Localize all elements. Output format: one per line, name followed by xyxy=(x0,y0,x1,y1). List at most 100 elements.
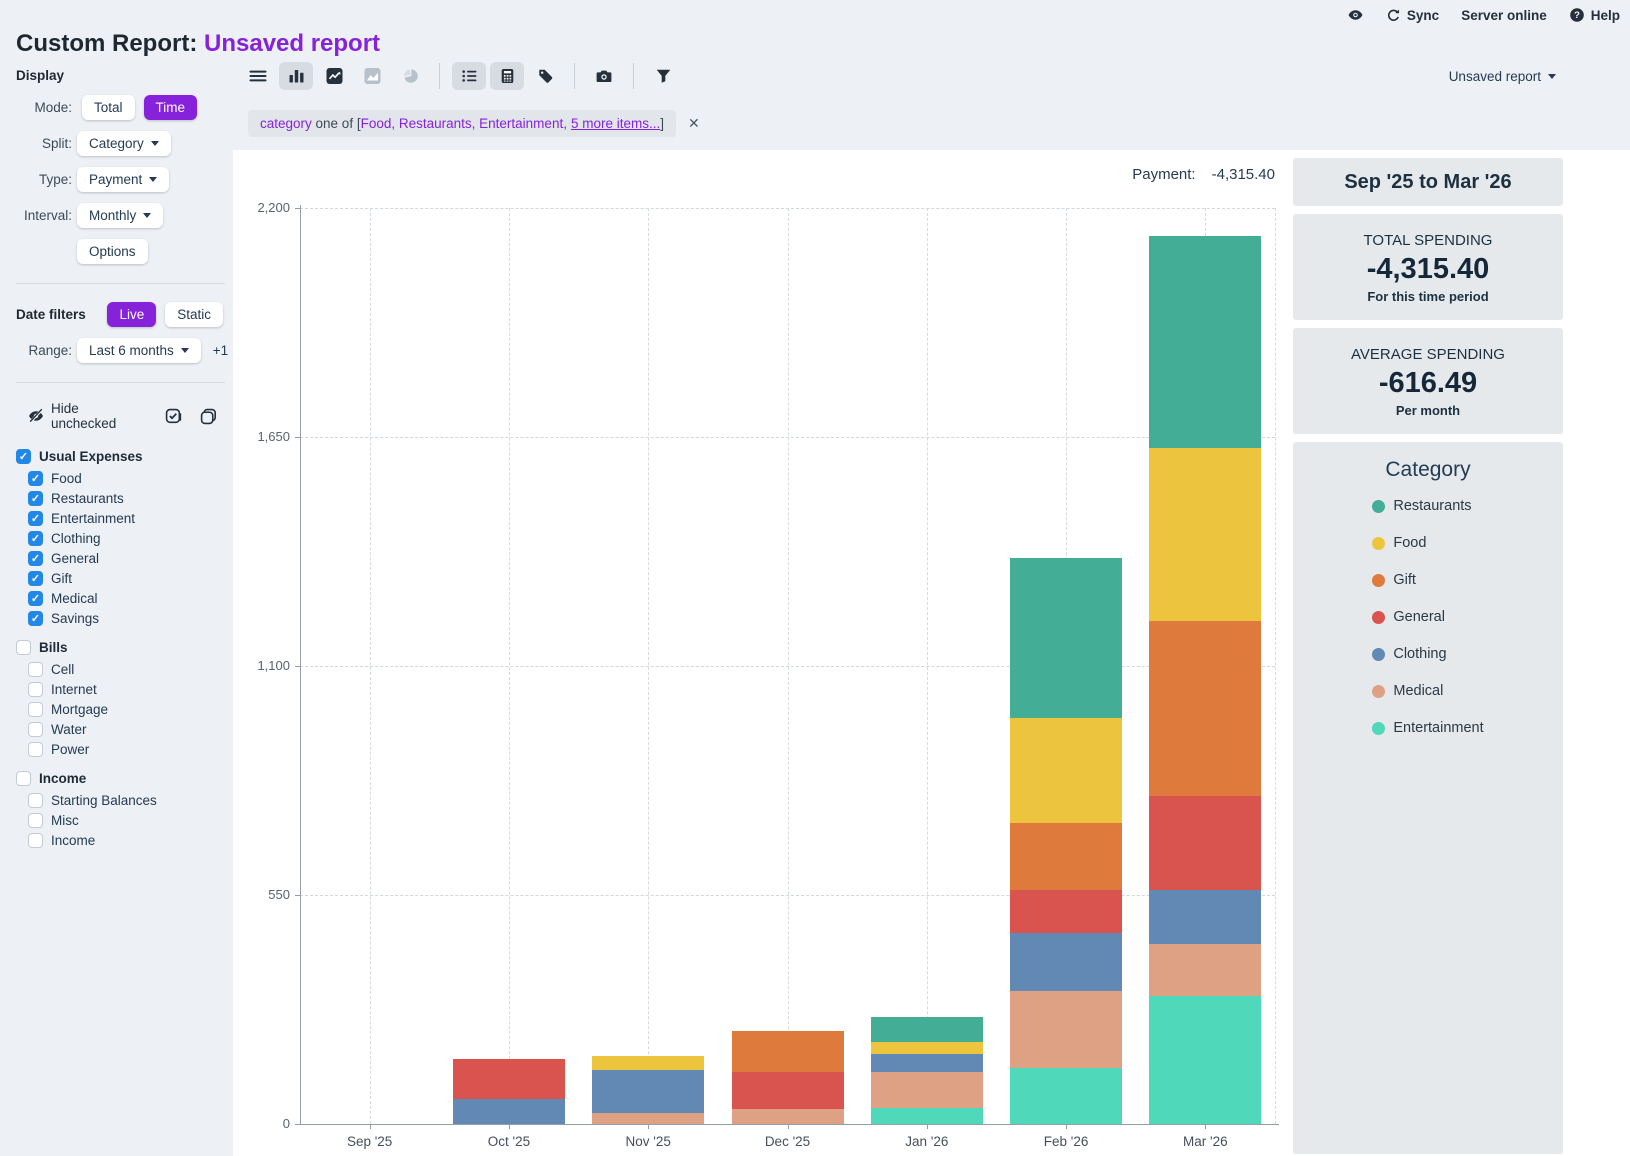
checkbox[interactable] xyxy=(16,771,31,786)
checkbox-item-bills[interactable]: Bills xyxy=(16,640,233,655)
bar-segment-general-6[interactable] xyxy=(1149,796,1261,890)
bar-segment-medical-3[interactable] xyxy=(732,1109,844,1124)
report-name[interactable]: Unsaved report xyxy=(204,30,380,57)
menu-icon[interactable] xyxy=(241,62,275,90)
server-status[interactable]: Server online xyxy=(1461,8,1547,23)
legend-item-restaurants[interactable]: Restaurants xyxy=(1372,498,1483,514)
bar-segment-medical-5[interactable] xyxy=(1010,991,1122,1068)
type-dropdown[interactable]: Payment xyxy=(77,167,169,192)
privacy-toggle[interactable] xyxy=(1347,7,1364,23)
filter-icon[interactable] xyxy=(646,62,680,90)
bar-segment-clothing-5[interactable] xyxy=(1010,933,1122,991)
options-button[interactable]: Options xyxy=(77,239,148,264)
legend-item-medical[interactable]: Medical xyxy=(1372,683,1483,699)
date-live-button[interactable]: Live xyxy=(107,302,156,327)
line-chart-icon[interactable] xyxy=(317,62,351,90)
sync-button[interactable]: Sync xyxy=(1386,8,1439,23)
checkbox-item-misc[interactable]: Misc xyxy=(28,813,233,828)
bar-segment-medical-4[interactable] xyxy=(871,1072,983,1108)
list-view-icon[interactable] xyxy=(452,62,486,90)
bar-segment-gift-5[interactable] xyxy=(1010,823,1122,891)
checkbox[interactable]: ✓ xyxy=(28,551,43,566)
checkbox[interactable]: ✓ xyxy=(28,591,43,606)
bar-segment-clothing-1[interactable] xyxy=(453,1099,565,1124)
checkbox-item-income[interactable]: Income xyxy=(16,771,233,786)
checkbox[interactable]: ✓ xyxy=(28,531,43,546)
checkbox-item-power[interactable]: Power xyxy=(28,742,233,757)
bar-segment-food-2[interactable] xyxy=(592,1056,704,1070)
bar-segment-general-3[interactable] xyxy=(732,1072,844,1109)
legend-item-general[interactable]: General xyxy=(1372,609,1483,625)
donut-chart-icon[interactable] xyxy=(393,62,427,90)
area-chart-icon[interactable] xyxy=(355,62,389,90)
mode-time-button[interactable]: Time xyxy=(144,95,198,120)
camera-icon[interactable] xyxy=(587,62,621,90)
bar-segment-clothing-4[interactable] xyxy=(871,1054,983,1072)
bar-segment-restaurants-5[interactable] xyxy=(1010,558,1122,718)
select-all-button[interactable] xyxy=(165,408,182,425)
checkbox-item-clothing[interactable]: ✓Clothing xyxy=(28,531,233,546)
split-dropdown[interactable]: Category xyxy=(77,131,171,156)
checkbox[interactable] xyxy=(28,742,43,757)
range-dropdown[interactable]: Last 6 months xyxy=(77,338,201,363)
checkbox-item-income[interactable]: Income xyxy=(28,833,233,848)
checkbox[interactable]: ✓ xyxy=(28,611,43,626)
bar-segment-entertainment-6[interactable] xyxy=(1149,996,1261,1124)
bar-segment-general-5[interactable] xyxy=(1010,890,1122,933)
checkbox-item-entertainment[interactable]: ✓Entertainment xyxy=(28,511,233,526)
checkbox[interactable] xyxy=(28,833,43,848)
legend-item-gift[interactable]: Gift xyxy=(1372,572,1483,588)
checkbox-item-starting-balances[interactable]: Starting Balances xyxy=(28,793,233,808)
checkbox[interactable]: ✓ xyxy=(16,449,31,464)
bar-segment-general-1[interactable] xyxy=(453,1059,565,1099)
bar-segment-food-4[interactable] xyxy=(871,1042,983,1054)
bar-chart-icon[interactable] xyxy=(279,62,313,90)
checkbox[interactable]: ✓ xyxy=(28,511,43,526)
checkbox[interactable] xyxy=(28,722,43,737)
checkbox[interactable] xyxy=(28,793,43,808)
legend-item-food[interactable]: Food xyxy=(1372,535,1483,551)
checkbox-item-savings[interactable]: ✓Savings xyxy=(28,611,233,626)
checkbox-item-internet[interactable]: Internet xyxy=(28,682,233,697)
checkbox-item-water[interactable]: Water xyxy=(28,722,233,737)
tag-icon[interactable] xyxy=(528,62,562,90)
bar-segment-food-6[interactable] xyxy=(1149,448,1261,621)
checkbox[interactable]: ✓ xyxy=(28,471,43,486)
checkbox-item-usual-expenses[interactable]: ✓Usual Expenses xyxy=(16,449,233,464)
bar-segment-gift-6[interactable] xyxy=(1149,621,1261,796)
checkbox[interactable] xyxy=(28,662,43,677)
bar-segment-restaurants-4[interactable] xyxy=(871,1017,983,1043)
checkbox-item-restaurants[interactable]: ✓Restaurants xyxy=(28,491,233,506)
bar-segment-entertainment-4[interactable] xyxy=(871,1108,983,1124)
filter-chip[interactable]: category one of [Food, Restaurants, Ente… xyxy=(248,110,676,137)
checkbox[interactable] xyxy=(28,682,43,697)
checkbox-item-general[interactable]: ✓General xyxy=(28,551,233,566)
checkbox-item-mortgage[interactable]: Mortgage xyxy=(28,702,233,717)
calculator-icon[interactable] xyxy=(490,62,524,90)
deselect-all-button[interactable] xyxy=(200,408,217,425)
report-selector-dropdown[interactable]: Unsaved report xyxy=(1449,69,1556,84)
filter-more-link[interactable]: 5 more items... xyxy=(571,116,660,131)
date-static-button[interactable]: Static xyxy=(165,302,223,327)
bar-segment-food-5[interactable] xyxy=(1010,718,1122,823)
checkbox-item-gift[interactable]: ✓Gift xyxy=(28,571,233,586)
legend-item-entertainment[interactable]: Entertainment xyxy=(1372,720,1483,736)
checkbox-item-medical[interactable]: ✓Medical xyxy=(28,591,233,606)
interval-dropdown[interactable]: Monthly xyxy=(77,203,163,228)
mode-total-button[interactable]: Total xyxy=(82,95,135,120)
checkbox[interactable] xyxy=(16,640,31,655)
bar-segment-gift-3[interactable] xyxy=(732,1031,844,1072)
bar-segment-clothing-2[interactable] xyxy=(592,1070,704,1113)
checkbox[interactable] xyxy=(28,702,43,717)
checkbox[interactable]: ✓ xyxy=(28,491,43,506)
bar-segment-medical-6[interactable] xyxy=(1149,944,1261,996)
checkbox[interactable]: ✓ xyxy=(28,571,43,586)
help-button[interactable]: ? Help xyxy=(1569,7,1620,23)
checkbox[interactable] xyxy=(28,813,43,828)
checkbox-item-cell[interactable]: Cell xyxy=(28,662,233,677)
bar-segment-restaurants-6[interactable] xyxy=(1149,236,1261,448)
range-extra-button[interactable]: +1 xyxy=(213,343,228,358)
bar-segment-medical-2[interactable] xyxy=(592,1113,704,1124)
legend-item-clothing[interactable]: Clothing xyxy=(1372,646,1483,662)
bar-segment-clothing-6[interactable] xyxy=(1149,890,1261,944)
